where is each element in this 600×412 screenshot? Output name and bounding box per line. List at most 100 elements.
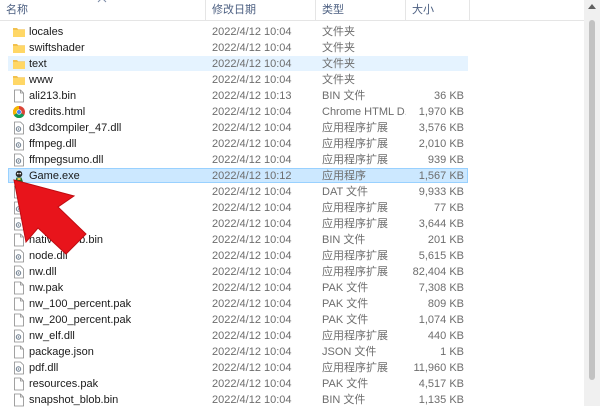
- file-row[interactable]: node.dll 2022/4/12 10:04 应用程序扩展 5,615 KB: [0, 248, 600, 264]
- file-name: nw.dll: [29, 266, 57, 278]
- file-row[interactable]: nw.pak 2022/4/12 10:04 PAK 文件 7,308 KB: [0, 280, 600, 296]
- column-header-size[interactable]: 大小: [406, 0, 470, 20]
- file-row[interactable]: nw_elf.dll 2022/4/12 10:04 应用程序扩展 440 KB: [0, 328, 600, 344]
- dll-icon: [12, 265, 26, 279]
- file-size: 201 KB: [427, 234, 464, 246]
- file-date: 2022/4/12 10:04: [212, 346, 292, 358]
- file-icon: [12, 377, 26, 391]
- dll-icon: [12, 201, 26, 215]
- file-icon: [12, 345, 26, 359]
- file-row[interactable]: locales 2022/4/12 10:04 文件夹: [0, 24, 600, 40]
- file-icon: [12, 297, 26, 311]
- file-type: BIN 文件: [322, 90, 366, 102]
- file-name: d3dcompiler_47.dll: [29, 122, 122, 134]
- file-name: credits.html: [29, 106, 86, 118]
- file-date: 2022/4/12 10:04: [212, 298, 292, 310]
- dll-icon: [12, 329, 26, 343]
- file-name: nw_200_percent.pak: [29, 314, 132, 326]
- file-date: 2022/4/12 10:04: [212, 122, 292, 134]
- file-row[interactable]: resources.pak 2022/4/12 10:04 PAK 文件 4,517 …: [0, 376, 600, 392]
- column-header-date[interactable]: 修改日期: [206, 0, 316, 20]
- file-row[interactable]: i t 2022/4/12 10:04 DAT 文件 9,933 KB: [0, 184, 600, 200]
- file-icon: [12, 185, 26, 199]
- file-date: 2022/4/12 10:04: [212, 186, 292, 198]
- file-row[interactable]: ffmpegsumo.dll 2022/4/12 10:04 应用程序扩展 939 K…: [0, 152, 600, 168]
- file-row[interactable]: text 2022/4/12 10:04 文件夹: [0, 56, 600, 72]
- file-row[interactable]: pdf.dll 2022/4/12 10:04 应用程序扩展 11,960 KB: [0, 360, 600, 376]
- file-icon: [12, 313, 26, 327]
- file-size: 4,517 KB: [418, 378, 464, 390]
- file-row[interactable]: 2022/4/12 10:04 应用程序扩展 77 KB: [0, 200, 600, 216]
- file-type: 应用程序扩展: [322, 202, 388, 214]
- file-name: locales: [29, 26, 64, 38]
- dll-icon: [12, 217, 26, 231]
- file-size: 82,404 KB: [412, 266, 464, 278]
- folder-icon: [12, 25, 26, 39]
- file-name: nw.pak: [29, 282, 64, 294]
- file-row[interactable]: swiftshader 2022/4/12 10:04 文件夹: [0, 40, 600, 56]
- file-date: 2022/4/12 10:04: [212, 74, 292, 86]
- file-name: text: [29, 58, 47, 70]
- file-row[interactable]: www 2022/4/12 10:04 文件夹: [0, 72, 600, 88]
- file-size: 1 KB: [440, 346, 464, 358]
- file-row[interactable]: nw.dll 2022/4/12 10:04 应用程序扩展 82,404 KB: [0, 264, 600, 280]
- file-size: 440 KB: [427, 330, 464, 342]
- file-type: PAK 文件: [322, 314, 369, 326]
- file-size: 1,074 KB: [418, 314, 464, 326]
- file-date: 2022/4/12 10:04: [212, 202, 292, 214]
- file-icon: [12, 393, 26, 407]
- file-name: nw_elf.dll: [29, 330, 75, 342]
- scrollbar-thumb[interactable]: [589, 20, 595, 380]
- file-row[interactable]: ffmpeg.dll 2022/4/12 10:04 应用程序扩展 2,010 KB: [0, 136, 600, 152]
- file-date: 2022/4/12 10:04: [212, 330, 292, 342]
- file-type: PAK 文件: [322, 378, 369, 390]
- dll-icon: [12, 121, 26, 135]
- dll-icon: [12, 153, 26, 167]
- file-row[interactable]: d3dcompiler_47.dll 2022/4/12 10:04 应用程序扩展 3…: [0, 120, 600, 136]
- file-type: PAK 文件: [322, 282, 369, 294]
- file-type: 应用程序: [322, 170, 366, 182]
- file-date: 2022/4/12 10:04: [212, 154, 292, 166]
- file-date: 2022/4/12 10:13: [212, 90, 292, 102]
- scroll-up-arrow-icon[interactable]: [588, 3, 596, 9]
- file-type: 应用程序扩展: [322, 138, 388, 150]
- file-name: nw_100_percent.pak: [29, 298, 132, 310]
- file-name: i t: [29, 186, 38, 198]
- file-row[interactable]: credits.html 2022/4/12 10:04 Chrome HTML D…: [0, 104, 600, 120]
- file-name: node.dll: [29, 250, 68, 262]
- file-date: 2022/4/12 10:04: [212, 266, 292, 278]
- file-name: native_blob.bin: [29, 234, 104, 246]
- file-type: 文件夹: [322, 74, 355, 86]
- file-row[interactable]: nw_100_percent.pak 2022/4/12 10:04 PAK 文件 8…: [0, 296, 600, 312]
- file-date: 2022/4/12 10:04: [212, 58, 292, 70]
- dll-icon: [12, 137, 26, 151]
- dll-icon: [12, 361, 26, 375]
- file-size: 2,010 KB: [418, 138, 464, 150]
- file-type: 应用程序扩展: [322, 330, 388, 342]
- file-row[interactable]: native_blob.bin 2022/4/12 10:04 BIN 文件 201 …: [0, 232, 600, 248]
- file-row[interactable]: ali213.bin 2022/4/12 10:13 BIN 文件 36 KB: [0, 88, 600, 104]
- file-type: 文件夹: [322, 42, 355, 54]
- file-row[interactable]: package.json 2022/4/12 10:04 JSON 文件 1 KB: [0, 344, 600, 360]
- file-row[interactable]: nw_200_percent.pak 2022/4/12 10:04 PAK 文件 1…: [0, 312, 600, 328]
- file-date: 2022/4/12 10:04: [212, 250, 292, 262]
- column-header-name[interactable]: 名称: [0, 0, 206, 20]
- folder-icon: [12, 41, 26, 55]
- file-date: 2022/4/12 10:12: [212, 170, 292, 182]
- file-size: 1,970 KB: [418, 106, 464, 118]
- file-icon: [12, 233, 26, 247]
- folder-icon: [12, 57, 26, 71]
- file-list: locales 2022/4/12 10:04 文件夹 swiftshader 2022…: [0, 24, 600, 408]
- file-date: 2022/4/12 10:04: [212, 282, 292, 294]
- file-row[interactable]: Game.exe 2022/4/12 10:12 应用程序 1,567 KB: [0, 168, 600, 184]
- file-type: 应用程序扩展: [322, 154, 388, 166]
- file-date: 2022/4/12 10:04: [212, 362, 292, 374]
- file-row[interactable]: libG dll 2022/4/12 10:04 应用程序扩展 3,644 KB: [0, 216, 600, 232]
- file-name: libG dll: [29, 218, 63, 230]
- file-date: 2022/4/12 10:04: [212, 138, 292, 150]
- column-header-type[interactable]: 类型: [316, 0, 406, 20]
- file-size: 3,576 KB: [418, 122, 464, 134]
- file-icon: [12, 89, 26, 103]
- file-name: Game.exe: [29, 170, 80, 182]
- game-exe-icon: [12, 169, 26, 183]
